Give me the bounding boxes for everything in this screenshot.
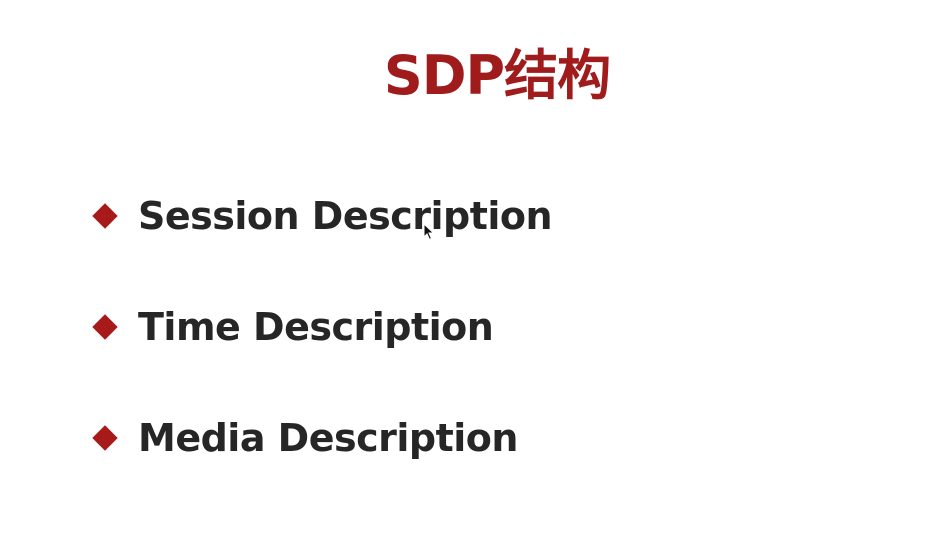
diamond-bullet-icon [92,203,118,229]
bullet-label: Media Description [138,416,518,460]
bullet-item-media-description: Media Description [92,408,518,468]
bullet-label: Session Description [138,194,553,238]
diamond-bullet-icon [92,314,118,340]
bullet-label: Time Description [138,305,494,349]
diamond-bullet-icon [92,425,118,451]
bullet-item-time-description: Time Description [92,297,494,357]
slide: SDP结构 Session Description Time Descripti… [0,0,934,554]
slide-title: SDP结构 [383,44,611,107]
mouse-pointer-icon [423,223,435,241]
bullet-item-session-description: Session Description [92,186,553,246]
